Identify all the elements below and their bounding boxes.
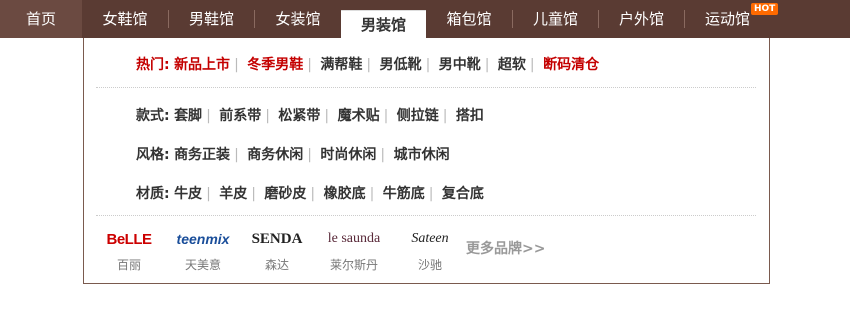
more-brands-link[interactable]: 更多品牌>> bbox=[466, 238, 545, 258]
fengge-link[interactable]: 商务正装 bbox=[174, 147, 230, 163]
style-link[interactable]: 搭扣 bbox=[456, 108, 484, 124]
nav-men-apparel[interactable]: 男装馆 bbox=[341, 10, 426, 39]
pipe-separator: | bbox=[428, 186, 434, 202]
fengge-link[interactable]: 时尚休闲 bbox=[320, 147, 376, 163]
material-label: 材质: bbox=[136, 186, 170, 202]
material-row: 材质: 牛皮 | 羊皮 | 磨砂皮 | 橡胶底 | 牛筋底 | 复合底 bbox=[136, 183, 484, 203]
pipe-separator: | bbox=[484, 57, 490, 73]
le-saunda-logo-text: le saunda bbox=[327, 231, 381, 246]
brand-senda[interactable]: SENDA 森达 bbox=[246, 226, 308, 273]
hot-link[interactable]: 断码清仓 bbox=[543, 57, 599, 73]
pipe-separator: | bbox=[265, 108, 270, 124]
hot-link[interactable]: 男低靴 bbox=[380, 57, 422, 73]
material-link[interactable]: 磨砂皮 bbox=[264, 186, 306, 202]
style-link[interactable]: 魔术贴 bbox=[338, 108, 380, 124]
brand-sateen[interactable]: Sateen 沙驰 bbox=[400, 226, 460, 273]
pipe-separator: | bbox=[234, 57, 239, 73]
hot-link[interactable]: 满帮鞋 bbox=[320, 57, 362, 73]
pipe-separator: | bbox=[234, 147, 239, 163]
senda-logo-text: SENDA bbox=[251, 230, 303, 247]
brand-logo: BeLLE bbox=[98, 226, 160, 252]
brand-name: 百丽 bbox=[116, 258, 141, 272]
pipe-separator: | bbox=[307, 57, 312, 73]
pipe-separator: | bbox=[383, 108, 389, 124]
style-link[interactable]: 松紧带 bbox=[278, 108, 320, 124]
pipe-separator: | bbox=[310, 186, 316, 202]
brand-name: 森达 bbox=[264, 258, 289, 272]
top-nav: 首页 女鞋馆 男鞋馆 女装馆 男装馆 箱包馆 儿童馆 户外馆 运动馆 HOT bbox=[0, 0, 850, 39]
style-link[interactable]: 侧拉链 bbox=[397, 108, 439, 124]
nav-bags[interactable]: 箱包馆 bbox=[426, 0, 512, 38]
sateen-logo-text: Sateen bbox=[411, 231, 449, 246]
material-link[interactable]: 橡胶底 bbox=[324, 186, 366, 202]
belle-logo-text: BeLLE bbox=[106, 230, 152, 248]
pipe-separator: | bbox=[442, 108, 448, 124]
brand-belle[interactable]: BeLLE 百丽 bbox=[98, 226, 160, 273]
style-link[interactable]: 套脚 bbox=[174, 108, 202, 124]
hot-link[interactable]: 男中靴 bbox=[439, 57, 481, 73]
fengge-label: 风格: bbox=[136, 147, 170, 163]
nav-home[interactable]: 首页 bbox=[0, 0, 82, 38]
hot-link[interactable]: 超软 bbox=[498, 57, 526, 73]
nav-sports-label: 运动馆 bbox=[704, 10, 750, 28]
fengge-row: 风格: 商务正装 | 商务休闲 | 时尚休闲 | 城市休闲 bbox=[136, 144, 450, 164]
nav-kids[interactable]: 儿童馆 bbox=[513, 0, 598, 38]
pipe-separator: | bbox=[369, 186, 375, 202]
dropdown-panel: 热门: 新品上市 | 冬季男鞋 | 满帮鞋 | 男低靴 | 男中靴 | 超软 | 断码清仓 … bbox=[83, 38, 770, 284]
section-divider bbox=[96, 87, 756, 88]
pipe-separator: | bbox=[529, 57, 535, 73]
style-label: 款式: bbox=[136, 108, 170, 124]
brand-logo: Sateen bbox=[400, 226, 460, 252]
nav-women-shoes[interactable]: 女鞋馆 bbox=[82, 0, 168, 38]
hot-link[interactable]: 新品上市 bbox=[174, 57, 230, 73]
brand-logo: SENDA bbox=[246, 226, 308, 252]
brand-logo: teenmix bbox=[170, 226, 236, 252]
brand-logo: le saunda bbox=[316, 226, 392, 252]
pipe-separator: | bbox=[251, 186, 256, 202]
pipe-separator: | bbox=[366, 57, 372, 73]
brand-name: 莱尔斯丹 bbox=[329, 258, 378, 272]
pipe-separator: | bbox=[206, 186, 211, 202]
fengge-link[interactable]: 商务休闲 bbox=[247, 147, 303, 163]
hot-row: 热门: 新品上市 | 冬季男鞋 | 满帮鞋 | 男低靴 | 男中靴 | 超软 | 断码清仓 bbox=[136, 54, 599, 74]
nav-men-shoes[interactable]: 男鞋馆 bbox=[169, 0, 254, 38]
hot-badge: HOT bbox=[751, 3, 779, 15]
teenmix-logo-text: teenmix bbox=[176, 231, 230, 247]
nav-outdoor[interactable]: 户外馆 bbox=[599, 0, 684, 38]
pipe-separator: | bbox=[307, 147, 312, 163]
material-link[interactable]: 牛皮 bbox=[174, 186, 202, 202]
brand-teenmix[interactable]: teenmix 天美意 bbox=[170, 226, 236, 273]
pipe-separator: | bbox=[324, 108, 330, 124]
material-link[interactable]: 牛筋底 bbox=[383, 186, 425, 202]
fengge-link[interactable]: 城市休闲 bbox=[394, 147, 450, 163]
hot-label: 热门: bbox=[136, 57, 170, 73]
brand-name: 沙驰 bbox=[417, 258, 442, 272]
nav-sports[interactable]: 运动馆 HOT bbox=[685, 0, 779, 38]
pipe-separator: | bbox=[425, 57, 431, 73]
material-link[interactable]: 复合底 bbox=[442, 186, 484, 202]
style-link[interactable]: 前系带 bbox=[219, 108, 261, 124]
hot-link[interactable]: 冬季男鞋 bbox=[247, 57, 303, 73]
brand-name: 天美意 bbox=[184, 258, 221, 272]
pipe-separator: | bbox=[206, 108, 211, 124]
section-divider bbox=[96, 215, 756, 216]
material-link[interactable]: 羊皮 bbox=[219, 186, 247, 202]
style-row: 款式: 套脚 | 前系带 | 松紧带 | 魔术贴 | 侧拉链 | 搭扣 bbox=[136, 105, 484, 125]
nav-women-apparel[interactable]: 女装馆 bbox=[255, 0, 341, 38]
pipe-separator: | bbox=[380, 147, 386, 163]
brand-le-saunda[interactable]: le saunda 莱尔斯丹 bbox=[316, 226, 392, 273]
